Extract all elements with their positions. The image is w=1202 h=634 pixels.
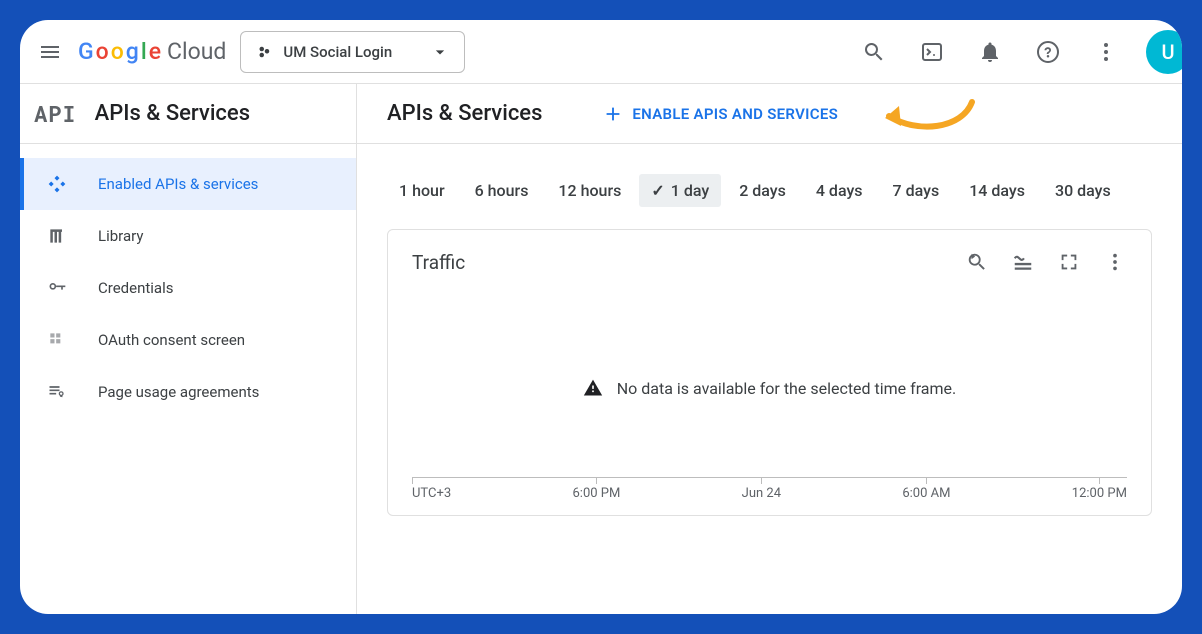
- sidebar-item-label: OAuth consent screen: [98, 331, 245, 349]
- time-filter-6h[interactable]: 6 hours: [463, 174, 541, 207]
- project-icon: [255, 43, 273, 61]
- time-filters: 1 hour 6 hours 12 hours 1 day 2 days 4 d…: [357, 144, 1182, 229]
- avatar[interactable]: U: [1146, 30, 1182, 74]
- project-name: UM Social Login: [283, 43, 392, 61]
- library-icon: [46, 226, 68, 246]
- menu-icon[interactable]: [36, 38, 64, 66]
- sidebar-header: API APIs & Services: [20, 84, 356, 144]
- time-filter-30d[interactable]: 30 days: [1043, 174, 1123, 207]
- agreements-icon: [46, 382, 68, 402]
- cloud-shell-icon[interactable]: [910, 30, 954, 74]
- sidebar-item-label: Credentials: [98, 279, 173, 297]
- sidebar-nav: Enabled APIs & services Library Credenti…: [20, 144, 356, 418]
- time-filter-1d[interactable]: 1 day: [639, 174, 721, 207]
- time-filter-12h[interactable]: 12 hours: [546, 174, 633, 207]
- sidebar-title: APIs & Services: [95, 101, 250, 126]
- sidebar-item-label: Enabled APIs & services: [98, 175, 258, 193]
- card-header: Traffic: [412, 250, 1127, 274]
- empty-message: No data is available for the selected ti…: [617, 379, 957, 398]
- traffic-card: Traffic: [387, 229, 1152, 516]
- chart-x-axis: UTC+3 6:00 PM Jun 24 6:00 AM 12:00 PM: [412, 478, 1127, 501]
- chart-reset-zoom-icon[interactable]: [965, 250, 989, 274]
- app-window: Google Cloud UM Social Login U: [20, 20, 1182, 614]
- card-tools: [965, 250, 1127, 274]
- top-bar: Google Cloud UM Social Login U: [20, 20, 1182, 84]
- fullscreen-icon[interactable]: [1057, 250, 1081, 274]
- sidebar-item-library[interactable]: Library: [20, 210, 356, 262]
- time-filter-7d[interactable]: 7 days: [881, 174, 952, 207]
- brand-suffix: Cloud: [167, 38, 226, 65]
- x-tick: UTC+3: [412, 486, 451, 501]
- sidebar: API APIs & Services Enabled APIs & servi…: [20, 84, 357, 614]
- more-icon[interactable]: [1084, 30, 1128, 74]
- enable-apis-button[interactable]: ENABLE APIS AND SERVICES: [602, 103, 838, 125]
- project-picker[interactable]: UM Social Login: [240, 31, 465, 73]
- chart-more-icon[interactable]: [1103, 250, 1127, 274]
- sidebar-item-agreements[interactable]: Page usage agreements: [20, 366, 356, 418]
- time-filter-4d[interactable]: 4 days: [804, 174, 875, 207]
- help-icon[interactable]: [1026, 30, 1070, 74]
- time-filter-2d[interactable]: 2 days: [727, 174, 798, 207]
- sidebar-item-oauth-consent[interactable]: OAuth consent screen: [20, 314, 356, 366]
- main: APIs & Services ENABLE APIS AND SERVICES…: [357, 84, 1182, 614]
- page-title: APIs & Services: [387, 101, 542, 126]
- diamond-icon: [46, 174, 68, 194]
- notifications-icon[interactable]: [968, 30, 1012, 74]
- time-filter-14d[interactable]: 14 days: [957, 174, 1037, 207]
- chevron-down-icon: [430, 42, 450, 62]
- api-logo-icon: API: [34, 99, 77, 128]
- main-header: APIs & Services ENABLE APIS AND SERVICES: [357, 84, 1182, 144]
- x-tick: Jun 24: [742, 486, 781, 501]
- key-icon: [46, 278, 68, 298]
- consent-icon: [46, 330, 68, 350]
- plus-icon: [602, 103, 624, 125]
- sidebar-item-label: Page usage agreements: [98, 383, 259, 401]
- search-icon[interactable]: [852, 30, 896, 74]
- sidebar-item-credentials[interactable]: Credentials: [20, 262, 356, 314]
- chart-legend-icon[interactable]: [1011, 250, 1035, 274]
- card-title: Traffic: [412, 251, 465, 274]
- sidebar-item-label: Library: [98, 227, 143, 245]
- time-filter-1h[interactable]: 1 hour: [387, 174, 457, 207]
- brand-logo[interactable]: Google Cloud: [78, 38, 226, 65]
- x-tick: 12:00 PM: [1072, 486, 1127, 501]
- x-tick: 6:00 PM: [572, 486, 620, 501]
- body: API APIs & Services Enabled APIs & servi…: [20, 84, 1182, 614]
- chart-body: No data is available for the selected ti…: [412, 298, 1127, 478]
- sidebar-item-enabled-apis[interactable]: Enabled APIs & services: [20, 158, 356, 210]
- warning-icon: [583, 378, 603, 398]
- x-tick: 6:00 AM: [902, 486, 950, 501]
